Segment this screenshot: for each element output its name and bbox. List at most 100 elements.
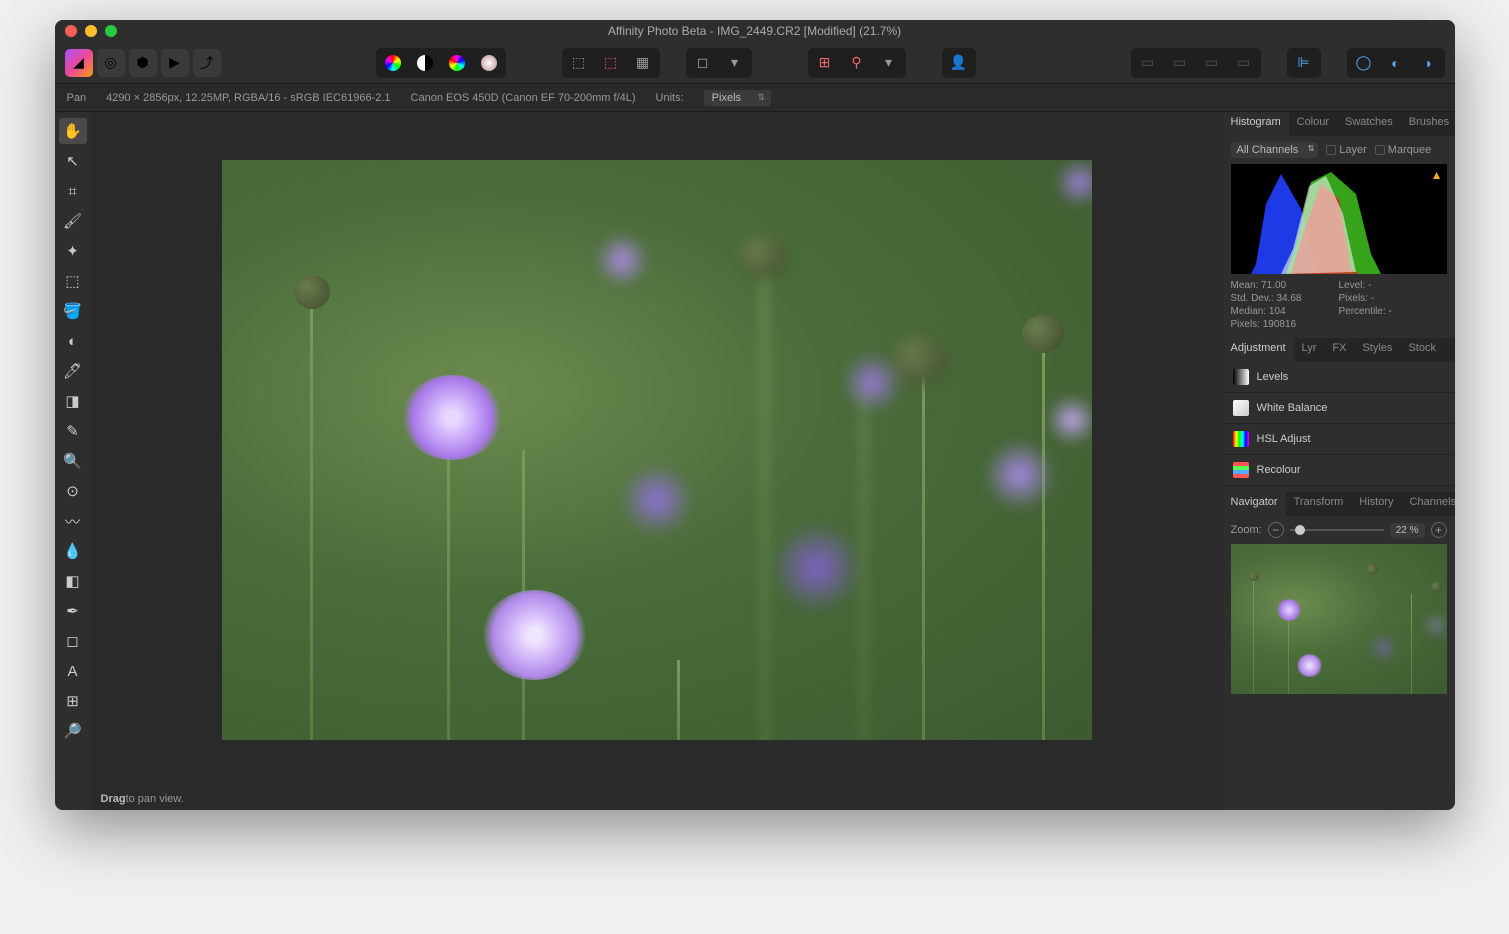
subtract-icon[interactable]: ◑ <box>1413 50 1443 76</box>
gradient-tool[interactable]: ◧ <box>59 568 87 594</box>
persona-develop[interactable]: ⬢ <box>129 49 157 77</box>
assistant-icon[interactable]: 👤 <box>944 50 974 76</box>
context-bar: Pan 4290 × 2856px, 12.25MP, RGBA/16 - sR… <box>55 84 1455 112</box>
image-preview <box>222 160 1092 740</box>
status-text: to pan view. <box>126 793 184 805</box>
zoom-slider[interactable] <box>1290 529 1384 531</box>
tab-styles[interactable]: Styles <box>1354 338 1400 362</box>
arrange-backward-icon[interactable]: ▭ <box>1165 50 1195 76</box>
units-select[interactable]: Pixels <box>704 90 771 106</box>
arrange-front-icon[interactable]: ▭ <box>1229 50 1259 76</box>
align-icon[interactable]: ⊫ <box>1289 50 1319 76</box>
heal-tool[interactable]: ✦ <box>59 238 87 264</box>
zoom-in-button[interactable]: + <box>1431 522 1447 538</box>
persona-switcher: ◢ ◎ ⬢ ▶ ⤴ <box>65 49 221 77</box>
window-title: Affinity Photo Beta - IMG_2449.CR2 [Modi… <box>55 24 1455 38</box>
mask-dropdown-icon[interactable]: ▾ <box>720 50 750 76</box>
tab-transform[interactable]: Transform <box>1286 492 1352 516</box>
crop-tool[interactable]: ⌗ <box>59 178 87 204</box>
mask-icon[interactable]: ◻ <box>688 50 718 76</box>
stat-pixels: Pixels: 190816 <box>1231 319 1339 330</box>
mesh-tool[interactable]: ⊞ <box>59 688 87 714</box>
tab-swatches[interactable]: Swatches <box>1337 112 1401 136</box>
tab-navigator[interactable]: Navigator <box>1223 492 1286 516</box>
arrange-back-icon[interactable]: ▭ <box>1133 50 1163 76</box>
image-dimensions: 4290 × 2856px, 12.25MP, RGBA/16 - sRGB I… <box>106 92 390 104</box>
tab-channels[interactable]: Channels <box>1402 492 1455 516</box>
persona-photo[interactable]: ◢ <box>65 49 93 77</box>
tab-colour[interactable]: Colour <box>1289 112 1337 136</box>
adjustment-hsl[interactable]: HSL Adjust <box>1223 424 1455 455</box>
grid-icon[interactable]: ⊞ <box>810 50 840 76</box>
navigator-tabs: Navigator Transform History Channels <box>1223 492 1455 516</box>
text-tool[interactable]: A <box>59 658 87 684</box>
camera-info: Canon EOS 450D (Canon EF 70-200mm f/4L) <box>411 92 636 104</box>
histogram-tabs: Histogram Colour Swatches Brushes <box>1223 112 1455 136</box>
eraser-tool[interactable]: ◨ <box>59 388 87 414</box>
navigator-preview[interactable] <box>1231 544 1447 694</box>
stamp-tool[interactable]: ⊙ <box>59 478 87 504</box>
stat-level: Level: - <box>1339 280 1447 291</box>
snap-icon[interactable]: ⚲ <box>842 50 872 76</box>
move-tool[interactable]: ↖ <box>59 148 87 174</box>
tab-lyr[interactable]: Lyr <box>1294 338 1325 362</box>
stat-median: Median: 104 <box>1231 306 1339 317</box>
adjustment-recolour[interactable]: Recolour <box>1223 455 1455 486</box>
pencil-tool[interactable]: ✎ <box>59 418 87 444</box>
inpaint-tool[interactable]: 〰 <box>59 508 87 534</box>
adjustment-whitebalance[interactable]: White Balance <box>1223 393 1455 424</box>
zoom-tool[interactable]: 🔍 <box>59 448 87 474</box>
shape-tool[interactable]: ◻ <box>59 628 87 654</box>
hand-tool[interactable]: ✋ <box>59 118 87 144</box>
tab-history[interactable]: History <box>1351 492 1401 516</box>
adjustment-tabs: Adjustment Lyr FX Styles Stock <box>1223 338 1455 362</box>
status-bar: Drag to pan view. <box>91 788 1223 810</box>
magnify-tool[interactable]: 🔎 <box>59 718 87 744</box>
zoom-out-button[interactable]: − <box>1268 522 1284 538</box>
stat-percentile: Percentile: - <box>1339 306 1447 317</box>
canvas[interactable] <box>91 112 1223 788</box>
snap-dropdown-icon[interactable]: ▾ <box>874 50 904 76</box>
color-picker-tool[interactable]: ◐ <box>59 328 87 354</box>
titlebar: Affinity Photo Beta - IMG_2449.CR2 [Modi… <box>55 20 1455 42</box>
tab-fx[interactable]: FX <box>1324 338 1354 362</box>
deselect-icon[interactable]: ⬚ <box>596 50 626 76</box>
invert-selection-icon[interactable]: ▦ <box>628 50 658 76</box>
brush-tool[interactable]: 🖌 <box>59 208 87 234</box>
persona-liquify[interactable]: ◎ <box>97 49 125 77</box>
hue-icon[interactable] <box>442 50 472 76</box>
marquee-tool[interactable]: ⬚ <box>59 268 87 294</box>
layer-checkbox[interactable]: Layer <box>1326 144 1367 156</box>
intersect-icon[interactable]: ◐ <box>1381 50 1411 76</box>
selection-icon[interactable]: ⬚ <box>564 50 594 76</box>
arrange-forward-icon[interactable]: ▭ <box>1197 50 1227 76</box>
paintbrush-tool[interactable]: 🖊 <box>59 358 87 384</box>
stat-mean: Mean: 71.00 <box>1231 280 1339 291</box>
channel-select[interactable]: All Channels <box>1231 142 1319 158</box>
add-layer-icon[interactable]: ◯ <box>1349 50 1379 76</box>
warning-icon: ▲ <box>1431 168 1443 182</box>
tab-histogram[interactable]: Histogram <box>1223 112 1289 136</box>
blur-tool[interactable]: 💧 <box>59 538 87 564</box>
adjustment-list[interactable]: Levels White Balance HSL Adjust Recolour <box>1223 362 1455 492</box>
status-bold: Drag <box>101 793 126 805</box>
right-panel: Histogram Colour Swatches Brushes All Ch… <box>1223 112 1455 810</box>
flood-tool[interactable]: 🪣 <box>59 298 87 324</box>
stat-pixels2: Pixels: - <box>1339 293 1447 304</box>
persona-tonemap[interactable]: ▶ <box>161 49 189 77</box>
tab-stock[interactable]: Stock <box>1400 338 1444 362</box>
app-window: Affinity Photo Beta - IMG_2449.CR2 [Modi… <box>55 20 1455 810</box>
current-tool-label: Pan <box>67 92 87 104</box>
zoom-value[interactable]: 22 % <box>1390 523 1425 538</box>
tab-brushes[interactable]: Brushes <box>1401 112 1455 136</box>
colorwheel-icon[interactable] <box>378 50 408 76</box>
contrast-icon[interactable] <box>410 50 440 76</box>
adjustment-levels[interactable]: Levels <box>1223 362 1455 393</box>
pen-tool[interactable]: ✒ <box>59 598 87 624</box>
tone-icon[interactable] <box>474 50 504 76</box>
marquee-checkbox[interactable]: Marquee <box>1375 144 1431 156</box>
tab-adjustment[interactable]: Adjustment <box>1223 338 1294 362</box>
toolbar: ◢ ◎ ⬢ ▶ ⤴ ⬚ ⬚ ▦ ◻ ▾ ⊞ ⚲ ▾ <box>55 42 1455 84</box>
stat-stddev: Std. Dev.: 34.68 <box>1231 293 1339 304</box>
persona-export[interactable]: ⤴ <box>193 49 221 77</box>
